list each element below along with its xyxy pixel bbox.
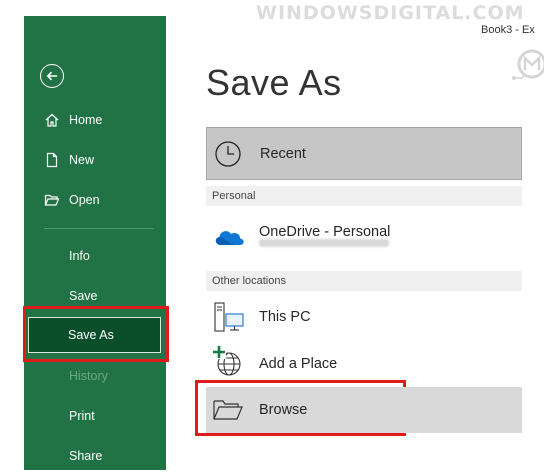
sidebar-item-label: Info: [69, 249, 90, 263]
sidebar-item-label: Print: [69, 409, 95, 423]
sidebar-item-history: History: [24, 357, 166, 395]
computer-icon: [214, 302, 244, 332]
document-title: Book3 - Ex: [481, 24, 535, 36]
location-label: OneDrive - Personal: [259, 224, 391, 240]
sidebar-item-share[interactable]: Share: [24, 437, 166, 475]
sidebar-item-print[interactable]: Print: [24, 397, 166, 435]
home-icon: [45, 113, 59, 127]
add-globe-icon: [212, 345, 241, 376]
sidebar-item-info[interactable]: Info: [24, 237, 166, 275]
sidebar-item-new[interactable]: New: [24, 141, 166, 179]
location-browse[interactable]: Browse: [206, 387, 522, 433]
section-header-other-locations: Other locations: [206, 271, 522, 291]
location-add-a-place[interactable]: Add a Place: [206, 341, 522, 385]
location-label: Browse: [259, 402, 308, 418]
location-label: Add a Place: [259, 356, 338, 372]
section-header-personal: Personal: [206, 186, 522, 206]
sidebar-item-open[interactable]: Open: [24, 181, 166, 219]
sidebar-item-label: Open: [69, 193, 100, 207]
back-button[interactable]: [40, 64, 64, 88]
sidebar-item-label: Share: [69, 449, 103, 463]
folder-icon: [213, 400, 243, 420]
folder-open-icon: [44, 194, 60, 206]
watermark-logo-icon: [512, 49, 544, 80]
sidebar-item-home[interactable]: Home: [24, 101, 166, 139]
page-title: Save As: [206, 62, 342, 103]
backstage-sidebar: Home New Open Info Save Save As History …: [24, 16, 166, 470]
clock-icon: [215, 141, 241, 167]
account-email-blurred: [259, 239, 389, 247]
sidebar-item-label: Home: [69, 113, 103, 127]
new-document-icon: [46, 152, 58, 168]
location-recent[interactable]: Recent: [206, 127, 522, 180]
location-label: Recent: [260, 146, 306, 162]
watermark-text: WINDOWSDIGITAL.COM: [256, 2, 525, 24]
sidebar-divider: [44, 228, 154, 229]
window-left-margin: [0, 0, 24, 470]
onedrive-cloud-icon: [215, 231, 244, 245]
sidebar-item-label: Save: [69, 289, 98, 303]
arrow-left-icon: [46, 71, 57, 81]
sidebar-item-label: History: [69, 369, 108, 383]
location-this-pc[interactable]: This PC: [206, 295, 522, 339]
location-onedrive[interactable]: OneDrive - Personal: [206, 210, 522, 262]
location-label: This PC: [259, 309, 311, 325]
sidebar-item-label: New: [69, 153, 95, 167]
save-as-highlight: [23, 306, 169, 362]
